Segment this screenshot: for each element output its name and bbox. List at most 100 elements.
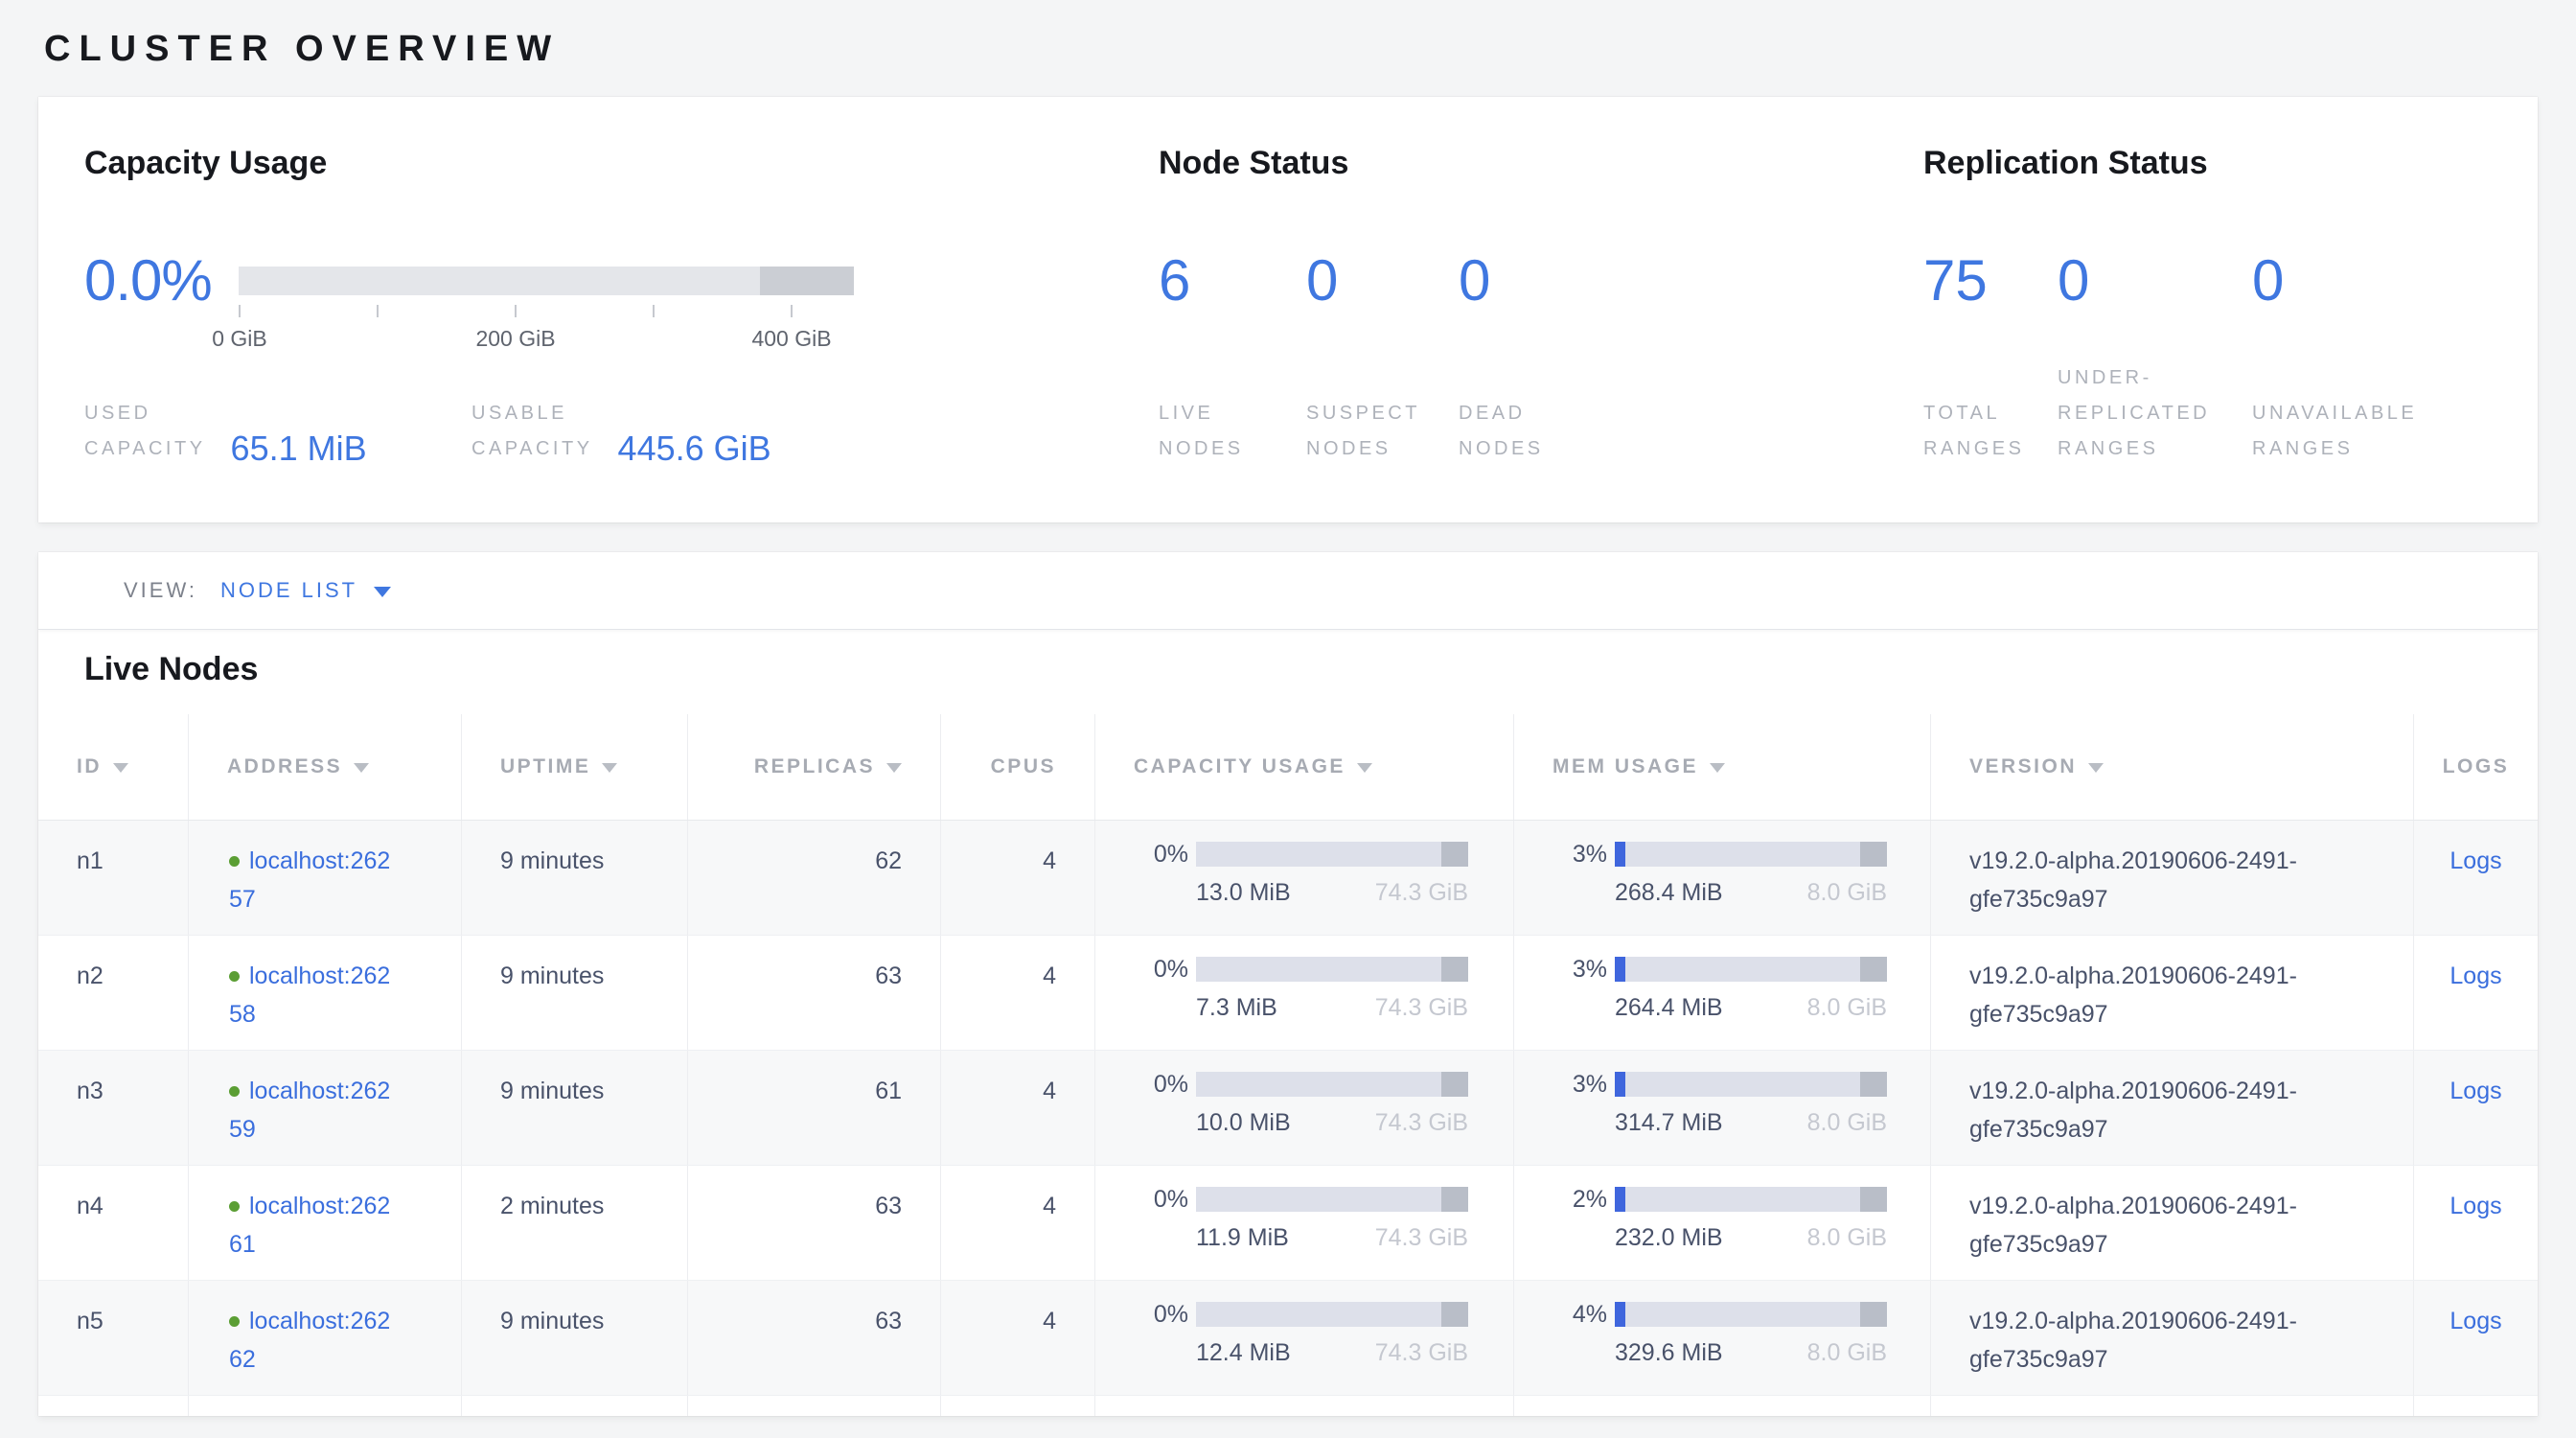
capacity-percent-label: 0% bbox=[1138, 955, 1188, 984]
capacity-usage-section: Capacity Usage 0.0% 0 GiB 200 GiB 400 Gi… bbox=[84, 144, 1159, 467]
under-replicated-count: 0 bbox=[2058, 249, 2252, 313]
node-address-link[interactable]: 62 bbox=[229, 1346, 256, 1373]
mem-total-value: 8.0 GiB bbox=[1807, 1108, 1887, 1137]
view-mode-selected: NODE LIST bbox=[220, 578, 357, 603]
col-header-uptime[interactable]: UPTIME bbox=[462, 714, 688, 820]
capacity-bar bbox=[1196, 1187, 1468, 1212]
mem-total-value: 8.0 GiB bbox=[1807, 1338, 1887, 1367]
mem-usage-cell: 4% 329.6 MiB 8.0 GiB bbox=[1514, 1281, 1931, 1395]
capacity-usage-cell: 0% 10.0 MiB 74.3 GiB bbox=[1095, 1051, 1514, 1165]
mem-percent-label: 3% bbox=[1557, 840, 1607, 869]
page-title: CLUSTER OVERVIEW bbox=[44, 29, 2576, 69]
usable-capacity-stat: USABLE CAPACITY 445.6 GiB bbox=[472, 396, 771, 467]
table-row: n1 localhost:262 57 9 minutes 62 4 0% 13… bbox=[38, 821, 2538, 936]
uptime-cell: 9 minutes bbox=[462, 821, 688, 935]
node-address-link[interactable]: localhost:262 bbox=[249, 1193, 390, 1219]
col-header-mem-usage[interactable]: MEM USAGE bbox=[1514, 714, 1931, 820]
version-cell: v19.2.0-alpha.20190606-2491- gfe735c9a97 bbox=[1931, 1166, 2414, 1280]
node-list-card: VIEW: NODE LIST Live Nodes ID ADDRESS UP… bbox=[38, 552, 2538, 1416]
node-address-link[interactable]: localhost:262 bbox=[249, 1308, 390, 1334]
table-row: n4 localhost:262 61 2 minutes 63 4 0% 11… bbox=[38, 1166, 2538, 1281]
col-header-capacity-usage[interactable]: CAPACITY USAGE bbox=[1095, 714, 1514, 820]
logs-link[interactable]: Logs bbox=[2450, 1193, 2501, 1219]
meter-tick-label: 200 GiB bbox=[475, 326, 555, 352]
unavailable-ranges-stat: 0 UNAVAILABLE RANGES bbox=[2252, 182, 2538, 467]
replicas-cell: 63 bbox=[688, 936, 941, 1050]
logs-link[interactable]: Logs bbox=[2450, 1078, 2501, 1104]
node-id-cell: n2 bbox=[38, 936, 189, 1050]
view-label: VIEW: bbox=[124, 578, 197, 603]
mem-bar-fill bbox=[1615, 957, 1625, 982]
capacity-total-value: 74.3 GiB bbox=[1375, 1223, 1468, 1252]
node-address-link[interactable]: localhost:262 bbox=[249, 847, 390, 874]
node-address-link[interactable]: 59 bbox=[229, 1116, 256, 1143]
meter-tick bbox=[515, 305, 517, 317]
node-status-section: Node Status 6 LIVE NODES 0 SUSPECT NODES bbox=[1159, 144, 1923, 467]
logs-cell: Logs bbox=[2414, 1166, 2538, 1280]
view-mode-dropdown[interactable]: NODE LIST bbox=[220, 578, 391, 603]
table-row: n2 localhost:262 58 9 minutes 63 4 0% 7.… bbox=[38, 936, 2538, 1051]
capacity-total-value: 74.3 GiB bbox=[1375, 1108, 1468, 1137]
capacity-bar bbox=[1196, 957, 1468, 982]
node-address-link[interactable]: 61 bbox=[229, 1231, 256, 1258]
suspect-nodes-stat: 0 SUSPECT NODES bbox=[1306, 182, 1459, 467]
mem-total-value: 8.0 GiB bbox=[1807, 993, 1887, 1022]
mem-used-value: 268.4 MiB bbox=[1615, 878, 1723, 907]
node-address-cell: localhost:262 61 bbox=[189, 1166, 462, 1280]
node-address-link[interactable]: localhost:262 bbox=[249, 1078, 390, 1104]
capacity-percent-label: 0% bbox=[1138, 1070, 1188, 1099]
col-header-id[interactable]: ID bbox=[38, 714, 189, 820]
node-address-link[interactable]: 57 bbox=[229, 886, 256, 913]
capacity-usage-cell: 0% 11.9 MiB 74.3 GiB bbox=[1095, 1166, 1514, 1280]
logs-link[interactable]: Logs bbox=[2450, 963, 2501, 989]
logs-link[interactable]: Logs bbox=[2450, 1308, 2501, 1334]
capacity-bar bbox=[1196, 1072, 1468, 1097]
mem-bar-reserved bbox=[1860, 842, 1887, 867]
used-capacity-stat: USED CAPACITY 65.1 MiB bbox=[84, 396, 472, 467]
capacity-bar-reserved bbox=[1441, 1187, 1468, 1212]
capacity-bar-reserved bbox=[1441, 1072, 1468, 1097]
version-cell: v19.2.0-alpha.20190606-2491- gfe735c9a97 bbox=[1931, 1281, 2414, 1395]
usable-capacity-label: CAPACITY bbox=[472, 431, 593, 467]
version-cell: v19.2.0-alpha.20190606-2491- gfe735c9a97 bbox=[1931, 821, 2414, 935]
mem-bar-reserved bbox=[1860, 1072, 1887, 1097]
col-header-address[interactable]: ADDRESS bbox=[189, 714, 462, 820]
sort-arrow-icon bbox=[886, 763, 902, 773]
col-header-logs: LOGS bbox=[2414, 714, 2538, 820]
mem-bar-reserved bbox=[1860, 957, 1887, 982]
capacity-bar bbox=[1196, 842, 1468, 867]
mem-bar-reserved bbox=[1860, 1302, 1887, 1327]
used-capacity-label: CAPACITY bbox=[84, 431, 206, 467]
node-address-link[interactable]: 58 bbox=[229, 1001, 256, 1028]
replication-status-section: Replication Status 75 TOTAL RANGES 0 UND… bbox=[1923, 144, 2538, 467]
capacity-percent: 0.0% bbox=[84, 249, 239, 313]
dead-nodes-count: 0 bbox=[1459, 249, 1746, 313]
replicas-cell: 61 bbox=[688, 1051, 941, 1165]
col-header-version[interactable]: VERSION bbox=[1931, 714, 2414, 820]
mem-usage-cell: 2% 232.0 MiB 8.0 GiB bbox=[1514, 1166, 1931, 1280]
sort-arrow-icon bbox=[1357, 763, 1372, 773]
col-header-replicas[interactable]: REPLICAS bbox=[688, 714, 941, 820]
node-id-cell: n1 bbox=[38, 821, 189, 935]
node-id-cell: n4 bbox=[38, 1166, 189, 1280]
capacity-total-value: 74.3 GiB bbox=[1375, 878, 1468, 907]
logs-link[interactable]: Logs bbox=[2450, 847, 2501, 874]
mem-usage-cell: 3% 314.7 MiB 8.0 GiB bbox=[1514, 1051, 1931, 1165]
table-row: n3 localhost:262 59 9 minutes 61 4 0% 10… bbox=[38, 1051, 2538, 1166]
capacity-percent-label: 0% bbox=[1138, 1300, 1188, 1329]
capacity-used-value: 11.9 MiB bbox=[1196, 1223, 1289, 1252]
capacity-percent-label: 0% bbox=[1138, 840, 1188, 869]
mem-bar bbox=[1615, 842, 1887, 867]
capacity-bar-reserved bbox=[1441, 957, 1468, 982]
capacity-usage-cell: 0% 12.4 MiB 74.3 GiB bbox=[1095, 1281, 1514, 1395]
node-address-link[interactable]: localhost:262 bbox=[249, 963, 390, 989]
mem-percent-label: 2% bbox=[1557, 1185, 1607, 1214]
node-address-cell: localhost:262 62 bbox=[189, 1281, 462, 1395]
mem-bar bbox=[1615, 1072, 1887, 1097]
capacity-usage-cell: 0% 13.0 MiB 74.3 GiB bbox=[1095, 821, 1514, 935]
capacity-usage-cell: 0% 7.3 MiB 74.3 GiB bbox=[1095, 936, 1514, 1050]
mem-bar bbox=[1615, 957, 1887, 982]
logs-cell: Logs bbox=[2414, 1281, 2538, 1395]
node-id-cell: n5 bbox=[38, 1281, 189, 1395]
node-live-icon bbox=[229, 1316, 240, 1327]
